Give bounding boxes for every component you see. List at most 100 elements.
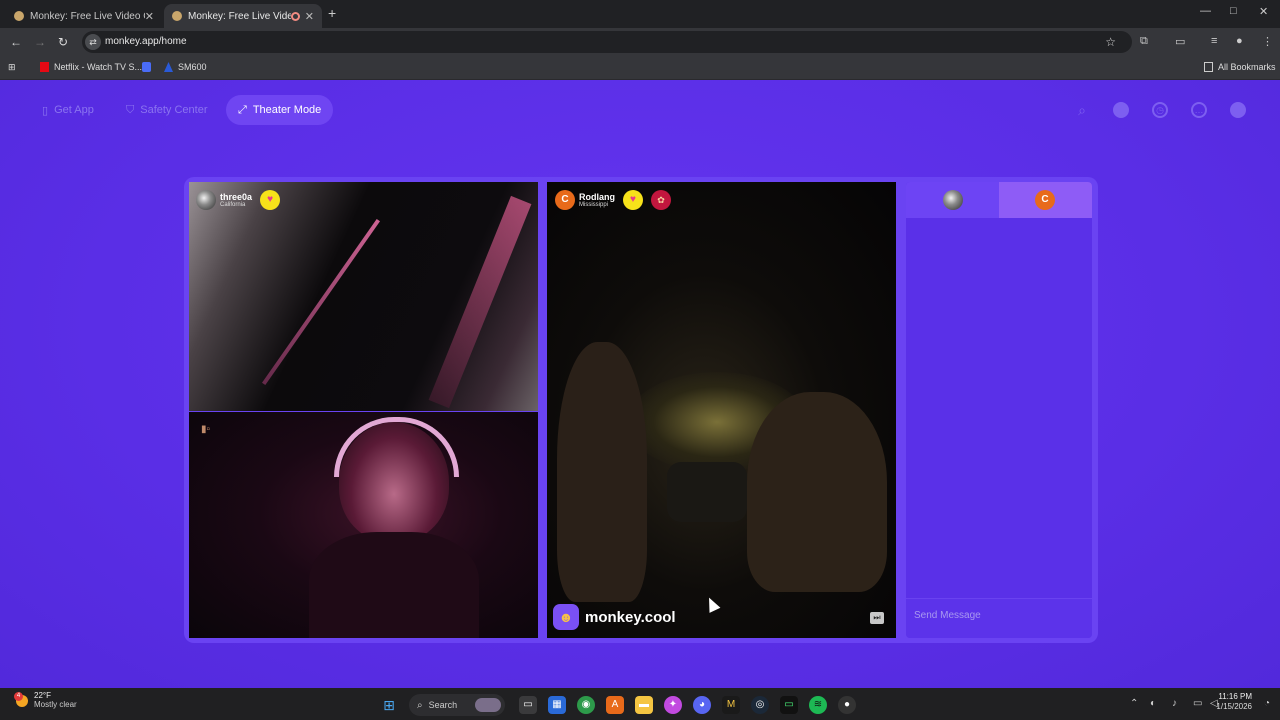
minimize-icon[interactable]: — [1200, 5, 1211, 17]
maximize-icon[interactable]: □ [1230, 5, 1237, 17]
user-avatar: C [1035, 190, 1055, 210]
netflix-icon [40, 62, 49, 72]
browser-tab-2[interactable]: Monkey: Free Live Video Ch ✕ [164, 4, 322, 28]
site-info-icon[interactable]: ⇄ [85, 34, 101, 50]
terminal-icon[interactable]: ▭ [780, 696, 798, 714]
tab-title: Monkey: Free Live Video Chat [30, 10, 145, 22]
url-text[interactable]: monkey.app/home [105, 36, 187, 47]
bookmarks-bar: ⊞ Netflix - Watch TV S... SM600 All Book… [0, 56, 1280, 80]
taskbar-search[interactable]: ⌕ Search [409, 694, 505, 716]
task-view-icon[interactable]: ▭ [519, 696, 537, 714]
store-icon[interactable]: ▦ [548, 696, 566, 714]
browser-tab-1[interactable]: Monkey: Free Live Video Chat ✕ [6, 4, 162, 28]
extensions-icon[interactable]: ⧉ [1140, 35, 1148, 48]
user-chip-2[interactable]: C Rodlang Mississippi ♥ ✿ [555, 190, 671, 210]
all-bookmarks[interactable]: All Bookmarks [1204, 62, 1276, 72]
cast-icon[interactable]: ▭ [1175, 35, 1185, 48]
microphone-icon[interactable]: ♪ [1172, 698, 1177, 709]
browser-tab-bar: Monkey: Free Live Video Chat ✕ Monkey: F… [0, 0, 1280, 28]
user-location: Mississippi [579, 201, 609, 208]
app-m-icon[interactable]: M [722, 696, 740, 714]
search-icon[interactable]: ⌕ [1074, 102, 1090, 118]
weather-icon: 4 [14, 691, 28, 707]
notification-bell-icon[interactable]: ◔ [1264, 698, 1270, 709]
safety-center-button[interactable]: ⛉ Safety Center [114, 95, 220, 125]
send-message-input[interactable] [914, 605, 1084, 625]
light-streak [428, 195, 532, 409]
chat-header: C [906, 182, 1092, 218]
heart-icon[interactable]: ♥ [260, 190, 281, 210]
omnibox[interactable]: ⇄ monkey.app/home ☆ [82, 31, 1132, 53]
new-tab-icon[interactable]: + [328, 5, 336, 21]
weather-text: 22°F Mostly clear [34, 691, 77, 710]
user-chip-1[interactable]: three0a California ♥ [196, 190, 281, 210]
camera-status-icon: ▮▫ [201, 424, 211, 435]
clock-date: 1/15/2026 [1216, 701, 1252, 711]
user-info: three0a California [220, 192, 252, 208]
profile-icon[interactable]: ● [1236, 35, 1243, 47]
user-avatar [943, 190, 963, 210]
apps-grid-icon[interactable]: ⊞ [8, 62, 16, 73]
chat-input-area [906, 598, 1092, 638]
bookmark-label: SM600 [178, 62, 207, 72]
app-orange-icon[interactable]: A [606, 696, 624, 714]
address-bar-row: ← → ↻ ⇄ monkey.app/home ☆ ⧉ ▭ ≡ ● ⋮ [0, 28, 1280, 56]
weather-condition: Mostly clear [34, 699, 77, 709]
close-window-icon[interactable]: ✕ [1259, 5, 1268, 18]
weather-widget[interactable]: 4 22°F Mostly clear [14, 691, 77, 710]
bookmark-netflix[interactable]: Netflix - Watch TV S... [40, 62, 142, 72]
skip-icon[interactable]: ⏭ [870, 612, 884, 624]
tray-app-icon[interactable]: ◐ [1150, 698, 1156, 709]
person-right [747, 392, 887, 592]
spotify-icon[interactable]: ≋ [809, 696, 827, 714]
theater-mode-button[interactable]: ⤢ Theater Mode [226, 95, 334, 125]
tray-overflow-icon[interactable]: ⌃ [1130, 698, 1138, 709]
light-streak [262, 218, 380, 386]
back-icon[interactable]: ← [10, 35, 22, 49]
phone-icon: ▯ [42, 104, 49, 117]
windows-taskbar: 4 22°F Mostly clear ⊞ ⌕ Search ▭ ▦ ◉ A ▬… [0, 688, 1280, 720]
get-app-button[interactable]: ▯ Get App [30, 95, 106, 125]
monkey-logo-icon: ☻ [553, 604, 579, 630]
windows-start-icon[interactable]: ⊞ [380, 696, 398, 714]
forward-icon[interactable]: → [34, 35, 46, 49]
discord-icon[interactable]: ◕ [693, 696, 711, 714]
close-tab-icon[interactable]: ✕ [145, 10, 154, 23]
history-icon[interactable]: ◷ [1152, 102, 1168, 118]
coin-icon[interactable] [1113, 102, 1129, 118]
chat-tab-user-2[interactable]: C [999, 182, 1092, 218]
taskbar-clock[interactable]: 11:16 PM 1/15/2026 [1216, 692, 1252, 711]
search-icon: ⌕ [417, 699, 423, 711]
recording-icon [290, 11, 300, 21]
monkey-favicon-icon [172, 11, 182, 21]
roblox-icon [142, 62, 151, 72]
gift-badge-icon[interactable]: ✿ [651, 190, 671, 210]
get-app-label: Get App [54, 104, 94, 116]
copilot-icon[interactable]: ✦ [664, 696, 682, 714]
chat-bubble-icon[interactable]: … [1191, 102, 1207, 118]
self-video: ▮▫ [189, 412, 538, 638]
video-call-container: three0a California ♥ ▮▫ C Rodlang Missis… [184, 177, 1098, 643]
close-tab-icon[interactable]: ✕ [305, 10, 314, 23]
reload-icon[interactable]: ↻ [58, 35, 68, 49]
bookmark-star-icon[interactable]: ☆ [1105, 35, 1116, 49]
chat-tab-user-1[interactable] [906, 182, 999, 218]
media-control-icon[interactable]: ≡ [1211, 35, 1217, 47]
chrome-icon[interactable]: ◉ [577, 696, 595, 714]
network-icon[interactable]: ▭ [1193, 698, 1202, 709]
shield-icon: ⛉ [126, 103, 135, 116]
menu-kebab-icon[interactable]: ⋮ [1262, 35, 1273, 48]
monkey-page: ▯ Get App ⛉ Safety Center ⤢ Theater Mode… [0, 80, 1280, 688]
person-left [557, 342, 647, 602]
username: Rodlang [579, 191, 615, 202]
expand-icon: ⤢ [238, 103, 247, 116]
heart-icon[interactable]: ♥ [623, 190, 643, 210]
clock-time: 11:16 PM [1218, 692, 1252, 701]
bookmark-sm600[interactable]: SM600 [164, 62, 207, 72]
steam-icon[interactable]: ◎ [751, 696, 769, 714]
bookmark-roblox[interactable] [142, 62, 156, 72]
profile-avatar-icon[interactable] [1230, 102, 1246, 118]
monkey-favicon-icon [14, 11, 24, 21]
obs-icon[interactable]: ● [838, 696, 856, 714]
file-explorer-icon[interactable]: ▬ [635, 696, 653, 714]
